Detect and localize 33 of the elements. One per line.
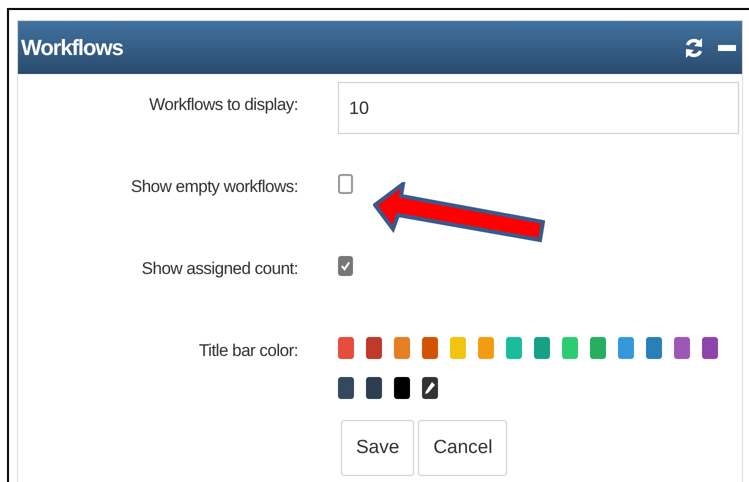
minimize-icon[interactable]: [718, 44, 736, 50]
color-swatch[interactable]: [534, 337, 550, 359]
color-swatch[interactable]: [478, 337, 494, 359]
color-swatch[interactable]: [450, 337, 466, 359]
color-swatch[interactable]: [702, 337, 718, 359]
pencil-icon: [424, 381, 436, 395]
checkbox[interactable]: [338, 256, 353, 276]
field-label: Show empty workflows:: [130, 176, 298, 197]
color-swatch[interactable]: [506, 337, 522, 359]
custom-color-button[interactable]: [422, 377, 438, 399]
field-label: Workflows to display:: [148, 94, 298, 115]
color-swatch[interactable]: [366, 337, 382, 359]
color-swatch[interactable]: [394, 377, 410, 399]
color-swatch[interactable]: [590, 337, 606, 359]
field-label: Show assigned count:: [140, 258, 298, 279]
checkbox[interactable]: [338, 174, 353, 194]
field-label: Title bar color:: [198, 340, 298, 361]
color-swatch[interactable]: [618, 337, 634, 359]
check-icon: [340, 260, 351, 272]
refresh-icon[interactable]: [684, 36, 704, 58]
color-swatch[interactable]: [338, 377, 354, 399]
arrow-icon: [373, 182, 545, 244]
color-swatch[interactable]: [562, 337, 578, 359]
color-swatch[interactable]: [338, 337, 354, 359]
color-swatch[interactable]: [422, 337, 438, 359]
input-field[interactable]: 10: [338, 82, 739, 134]
color-swatch[interactable]: [646, 337, 662, 359]
color-swatch[interactable]: [366, 377, 382, 399]
color-swatch[interactable]: [674, 337, 690, 359]
form-button[interactable]: Save: [341, 420, 414, 476]
color-swatch[interactable]: [394, 337, 410, 359]
panel-title: Workflows: [21, 34, 123, 60]
form-button[interactable]: Cancel: [418, 420, 508, 476]
